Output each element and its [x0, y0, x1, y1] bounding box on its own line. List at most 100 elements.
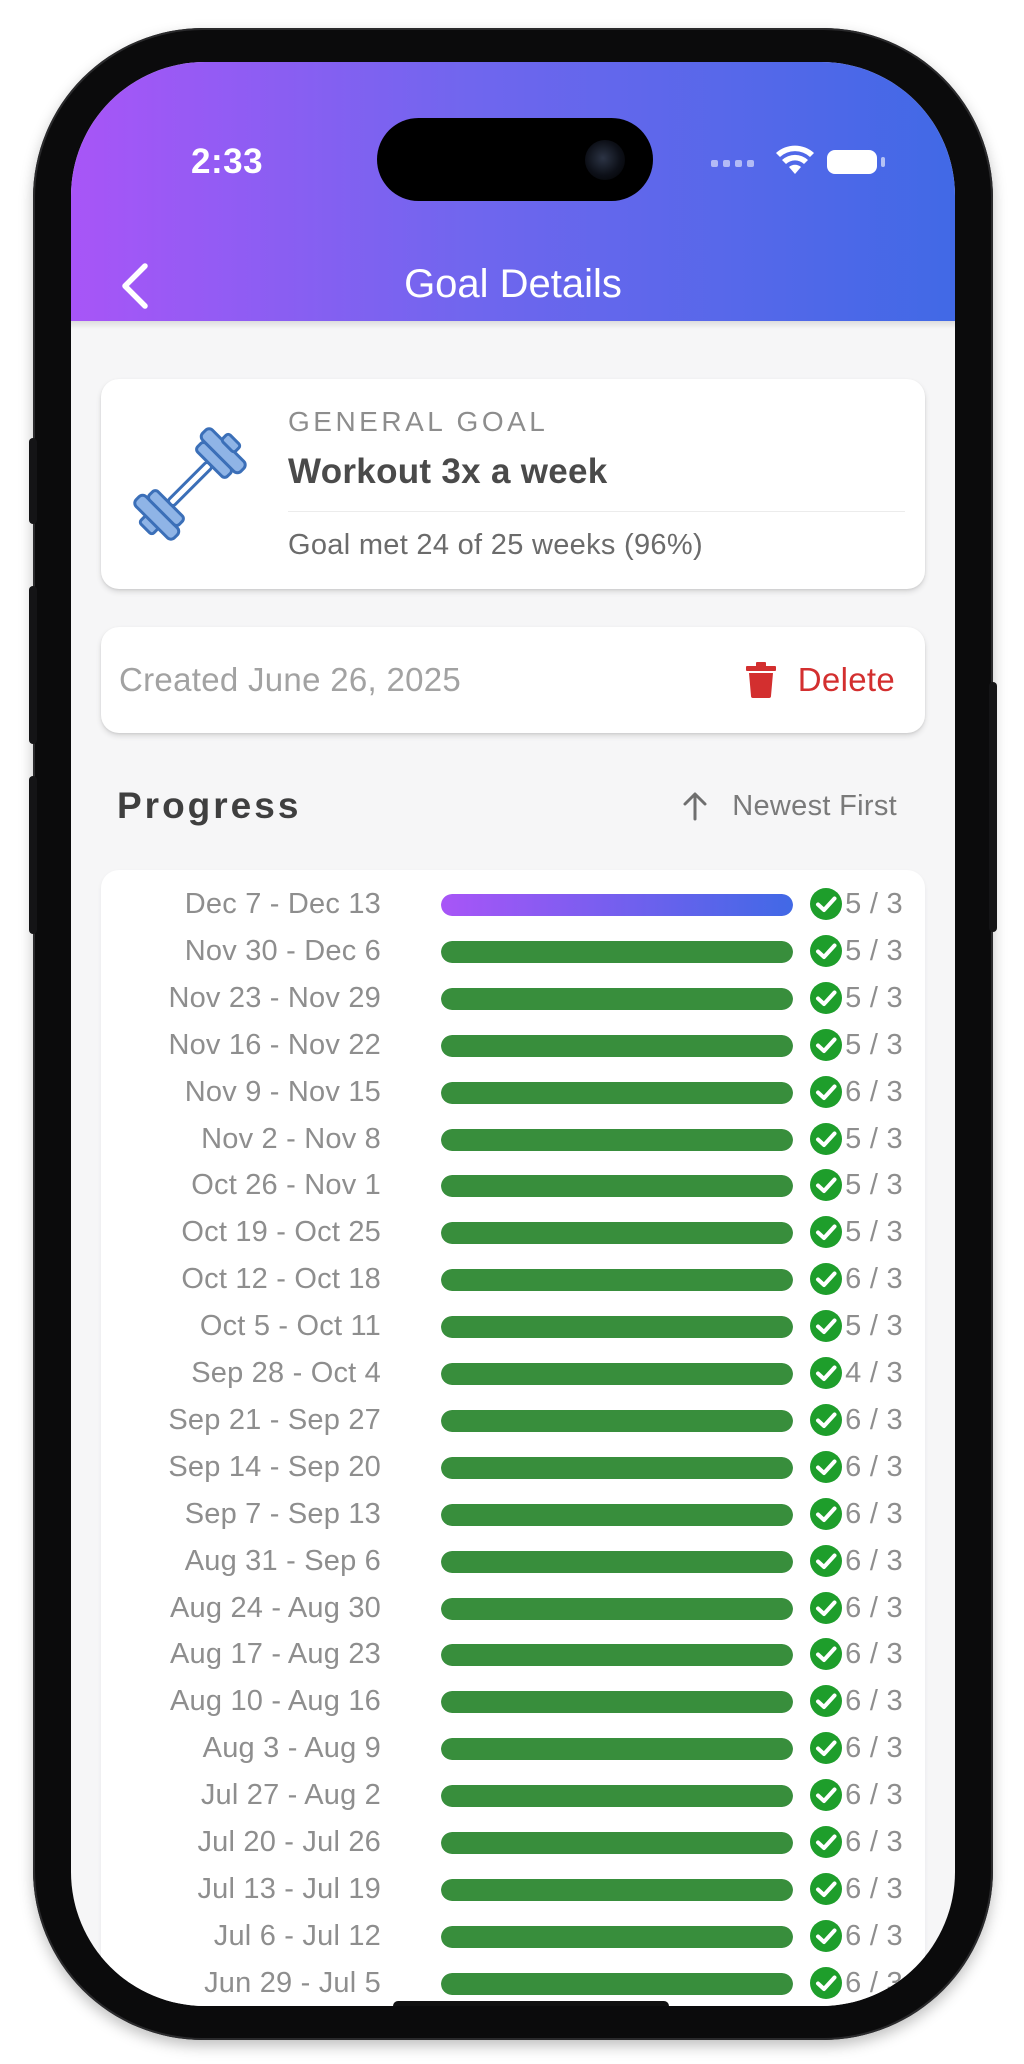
check-circle-icon: [810, 1826, 842, 1858]
goal-name: Workout 3x a week: [288, 452, 608, 491]
week-progress-bar: [441, 1972, 793, 1995]
week-range: Oct 26 - Nov 1: [191, 1169, 381, 1202]
week-progress-fill: [441, 1597, 793, 1620]
week-row: Sep 28 - Oct 4 4 / 3: [101, 1351, 925, 1397]
week-progress-bar: [441, 1081, 793, 1104]
week-range: Jul 27 - Aug 2: [200, 1779, 381, 1812]
week-range: Sep 21 - Sep 27: [168, 1403, 381, 1436]
created-card: Created June 26, 2025 Delete: [101, 627, 925, 733]
divider: [288, 511, 905, 512]
week-count: 5 / 3: [845, 1216, 903, 1249]
week-progress-bar: [441, 1128, 793, 1151]
week-row: Aug 10 - Aug 16 6 / 3: [101, 1679, 925, 1725]
week-row: Aug 24 - Aug 30 6 / 3: [101, 1586, 925, 1632]
week-progress-fill: [441, 1738, 793, 1761]
week-range: Oct 5 - Oct 11: [199, 1310, 381, 1343]
check-circle-icon: [810, 1591, 842, 1624]
phone-frame: 2:33 Goal Details GENERAL GOAL Workout 3…: [29, 28, 997, 2040]
check-circle-icon: [810, 1497, 842, 1530]
week-progress-fill: [441, 1644, 793, 1667]
week-progress-fill: [441, 1832, 793, 1854]
check-circle-icon: [810, 1544, 842, 1577]
screen: 2:33 Goal Details GENERAL GOAL Workout 3…: [71, 62, 955, 2006]
week-range: Aug 10 - Aug 16: [170, 1685, 381, 1718]
week-row: Nov 23 - Nov 29 5 / 3: [101, 976, 925, 1022]
week-range: Oct 19 - Oct 25: [181, 1216, 381, 1249]
week-progress-fill: [441, 1503, 793, 1526]
power-button: [989, 682, 997, 932]
dynamic-island: [377, 118, 653, 201]
week-count: 6 / 3: [845, 1872, 903, 1905]
stage: 2:33 Goal Details GENERAL GOAL Workout 3…: [0, 0, 1024, 2064]
week-row: Sep 21 - Sep 27 6 / 3: [101, 1398, 925, 1444]
week-progress-bar: [441, 940, 793, 963]
week-row: Jul 20 - Jul 26 6 / 3: [101, 1820, 925, 1866]
progress-list: Dec 7 - Dec 13 5 / 3 Nov 30 - Dec 65 / 3 No…: [101, 870, 925, 2006]
week-count: 6 / 3: [845, 1075, 903, 1108]
check-circle-icon: [810, 1919, 842, 1952]
sort-toggle[interactable]: Newest First: [682, 784, 897, 828]
volume-down-button: [29, 776, 37, 934]
week-row: Oct 26 - Nov 1 5 / 3: [101, 1163, 925, 1209]
week-row: Aug 31 - Sep 6 6 / 3: [101, 1539, 925, 1585]
check-circle-icon: [810, 888, 842, 920]
arrow-up-icon: [683, 792, 707, 821]
week-progress-fill: [441, 987, 793, 1010]
week-range: Aug 3 - Aug 9: [202, 1732, 381, 1765]
action-button: [29, 438, 37, 524]
week-count: 6 / 3: [845, 1732, 903, 1765]
week-progress-fill: [441, 1081, 793, 1104]
week-count: 4 / 3: [845, 1357, 903, 1389]
week-count: 6 / 3: [845, 1779, 903, 1812]
week-progress-bar: [441, 1222, 793, 1245]
week-range: Jul 20 - Jul 26: [197, 1826, 381, 1858]
week-count: 6 / 3: [845, 1263, 903, 1296]
check-circle-icon: [810, 1685, 842, 1718]
week-range: Sep 7 - Sep 13: [184, 1497, 381, 1530]
week-progress-bar: [441, 1832, 793, 1854]
week-range: Nov 2 - Nov 8: [201, 1122, 381, 1155]
week-range: Oct 12 - Oct 18: [181, 1263, 381, 1296]
week-count: 6 / 3: [845, 1826, 903, 1858]
sort-label: Newest First: [732, 789, 897, 822]
week-count: 5 / 3: [845, 934, 903, 967]
battery-icon: [827, 150, 877, 174]
week-progress-bar: [441, 1644, 793, 1667]
week-progress-bar: [441, 1503, 793, 1526]
week-progress-bar: [441, 1691, 793, 1714]
delete-button[interactable]: Delete: [745, 655, 895, 705]
week-row: Jul 27 - Aug 2 6 / 3: [101, 1773, 925, 1819]
week-count: 5 / 3: [845, 888, 903, 920]
check-circle-icon: [810, 1263, 842, 1296]
week-progress-bar: [441, 1316, 793, 1339]
week-count: 6 / 3: [845, 1403, 903, 1436]
week-progress-fill: [441, 1363, 793, 1385]
created-date: Created June 26, 2025: [119, 661, 462, 698]
week-count: 6 / 3: [845, 1544, 903, 1577]
week-range: Aug 24 - Aug 30: [170, 1591, 381, 1624]
week-progress-fill: [441, 1269, 793, 1292]
home-indicator[interactable]: [393, 2001, 669, 2006]
week-row: Oct 5 - Oct 11 5 / 3: [101, 1304, 925, 1350]
check-circle-icon: [810, 1403, 842, 1436]
check-circle-icon: [810, 1216, 842, 1249]
camera-icon: [585, 140, 625, 180]
week-count: 5 / 3: [845, 1310, 903, 1343]
status-time: 2:33: [191, 142, 264, 181]
week-row: Nov 2 - Nov 8 5 / 3: [101, 1117, 925, 1163]
week-range: Aug 31 - Sep 6: [184, 1544, 381, 1577]
week-range: Jun 29 - Jul 5: [204, 1966, 381, 1999]
page-title: Goal Details: [404, 262, 622, 306]
week-progress-bar: [441, 1175, 793, 1198]
volume-up-button: [29, 586, 37, 744]
week-range: Jul 6 - Jul 12: [213, 1919, 381, 1952]
week-progress-bar: [441, 1925, 793, 1948]
cellular-signal-icon: [711, 160, 757, 168]
week-progress-bar: [441, 1878, 793, 1901]
week-progress-fill: [441, 1691, 793, 1714]
week-count: 5 / 3: [845, 1169, 903, 1202]
week-progress-bar: [441, 987, 793, 1010]
week-progress-bar: [441, 1785, 793, 1808]
week-count: 6 / 3: [845, 1966, 903, 1999]
check-circle-icon: [810, 981, 842, 1014]
